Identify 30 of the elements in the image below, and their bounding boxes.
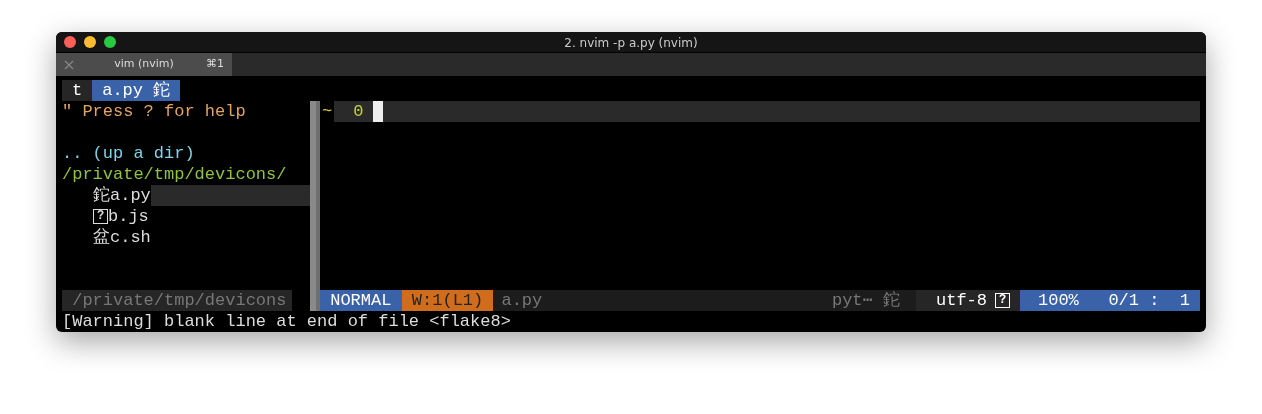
- tilde-marker: ~: [321, 101, 334, 122]
- help-hint: " Press ? for help: [62, 102, 246, 121]
- file-format-icon: ?: [995, 293, 1010, 308]
- directory-path: /private/tmp/devicons/: [62, 165, 287, 184]
- parent-dir-link[interactable]: .. (up a dir): [62, 144, 195, 163]
- close-window-button[interactable]: [64, 36, 76, 48]
- file-type-icon: 鉈: [93, 185, 110, 206]
- text-cursor: [373, 101, 384, 122]
- terminal-tab[interactable]: vim (nvim) ⌘1: [56, 53, 232, 76]
- mode-indicator: NORMAL: [320, 290, 402, 311]
- warning-message: [Warning] blank line at end of file <flake8>: [62, 312, 511, 331]
- file-name[interactable]: c.sh: [110, 227, 151, 248]
- file-name: a.py: [500, 290, 543, 311]
- scroll-percent: 100%: [1037, 290, 1079, 311]
- tree-status: /private/tmp/devicons: [62, 290, 292, 311]
- cursor-position: 0/1 : 1: [1108, 290, 1190, 311]
- close-icon[interactable]: [64, 59, 74, 70]
- file-type: pyt⋯ 鉈: [831, 290, 901, 311]
- window-title: 2. nvim -p a.py (nvim): [564, 36, 698, 50]
- unknown-glyph-icon: ?: [93, 209, 108, 224]
- editor-tab[interactable]: a.py 鉈: [92, 80, 181, 101]
- zoom-window-button[interactable]: [104, 36, 116, 48]
- minimize-window-button[interactable]: [84, 36, 96, 48]
- warning-count: W:1(L1): [401, 290, 494, 311]
- line-number: 0: [352, 101, 365, 122]
- file-name[interactable]: a.py: [110, 185, 151, 206]
- encoding: utf-8: [936, 290, 987, 311]
- file-name[interactable]: b.js: [108, 206, 149, 227]
- editor-tab[interactable]: t: [62, 80, 93, 101]
- file-type-icon: 盆: [93, 227, 110, 248]
